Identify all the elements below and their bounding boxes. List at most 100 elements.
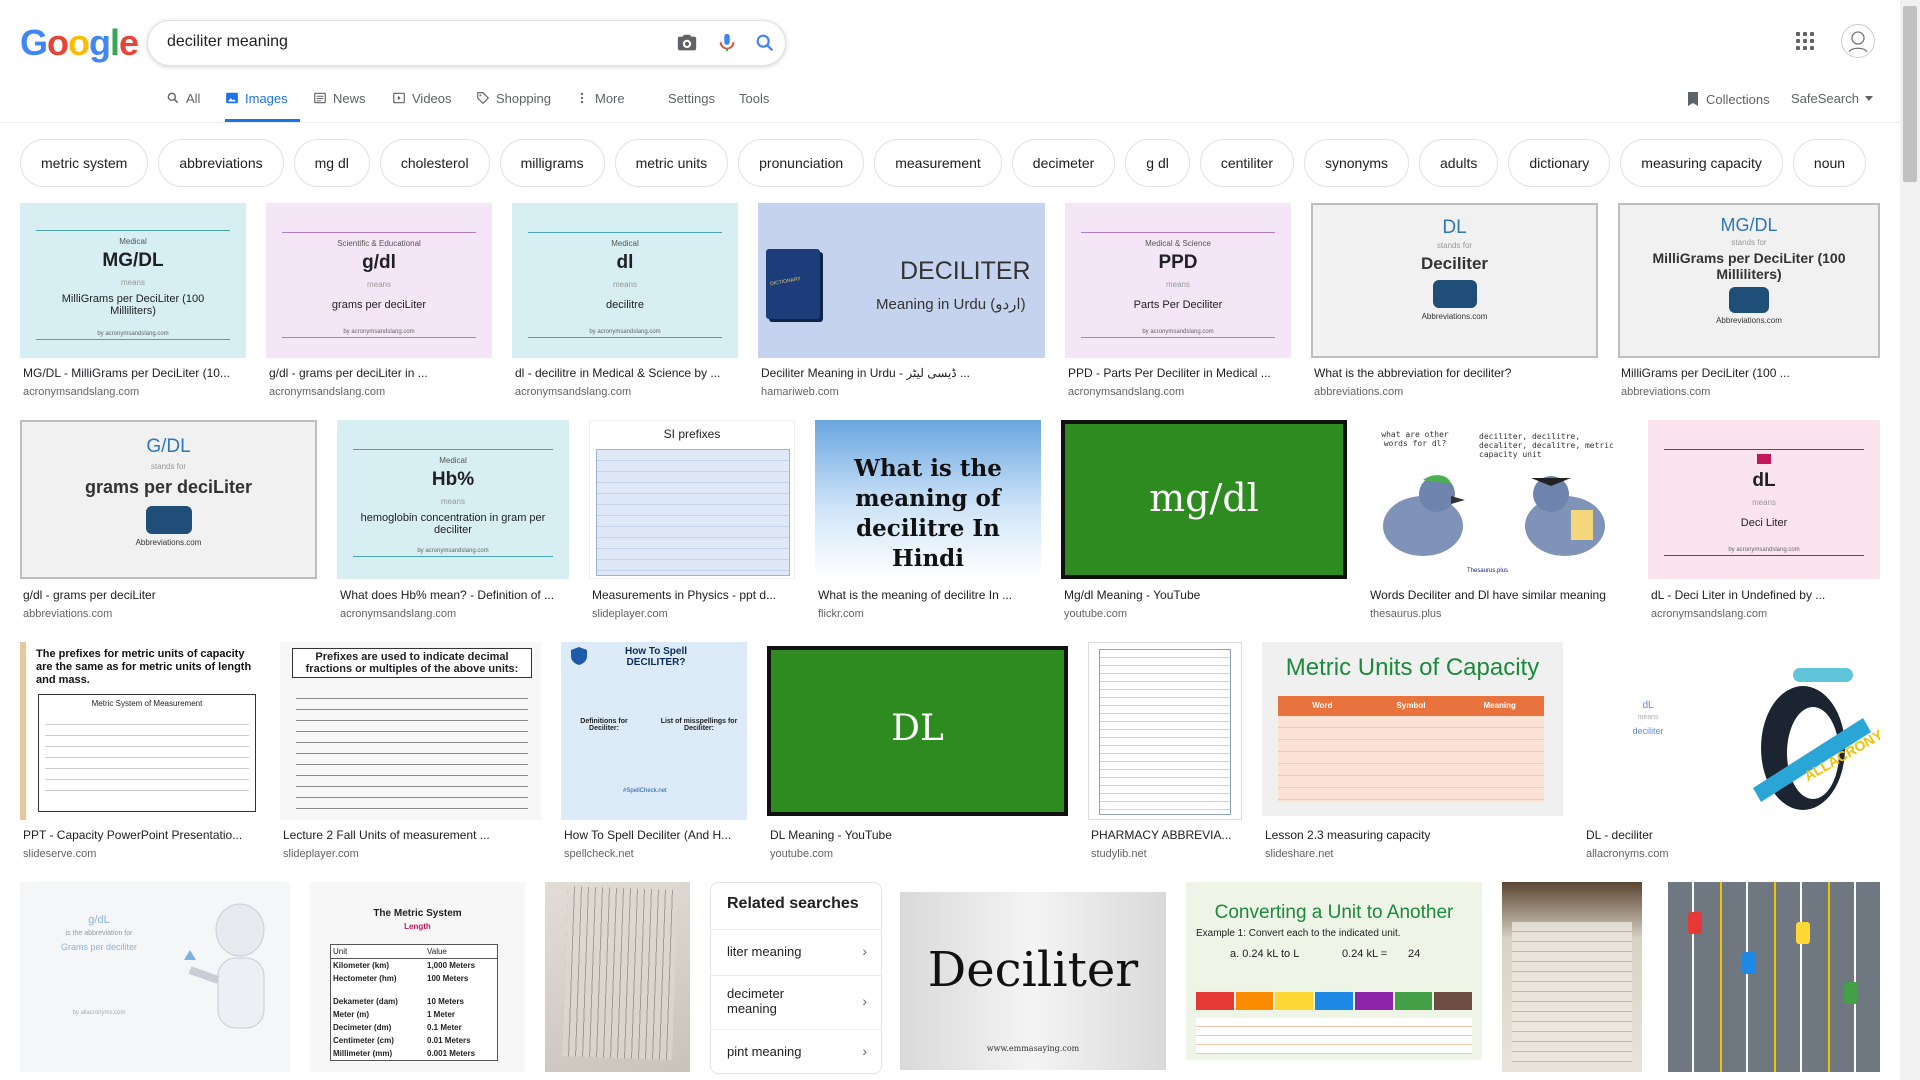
result-source[interactable]: hamariweb.com [761, 386, 839, 398]
chip[interactable]: mg dl [293, 139, 370, 187]
result-title[interactable]: MG/DL - MilliGrams per DeciLiter (10... [23, 366, 245, 380]
chip[interactable]: dictionary [1508, 139, 1611, 187]
result-thumbnail[interactable] [1502, 882, 1642, 1072]
result-source[interactable]: acronymsandslang.com [23, 386, 139, 398]
result-title[interactable]: MilliGrams per DeciLiter (100 ... [1621, 366, 1879, 380]
image-result[interactable]: G/DL stands for grams per deciLiter Abbr… [20, 420, 317, 620]
related-search-item[interactable]: decimeter meaning › [711, 975, 881, 1030]
result-thumbnail[interactable]: Medical Hb% means hemoglobin concentrati… [337, 420, 569, 579]
result-source[interactable]: abbreviations.com [1314, 386, 1403, 398]
result-title[interactable]: DL - deciliter [1586, 828, 1879, 842]
settings-link[interactable]: Settings [668, 91, 715, 106]
tab-more[interactable]: More [575, 86, 625, 122]
result-source[interactable]: studylib.net [1091, 848, 1147, 860]
result-source[interactable]: abbreviations.com [1621, 386, 1710, 398]
result-title[interactable]: g/dl - grams per deciLiter [23, 588, 316, 602]
result-source[interactable]: thesaurus.plus [1370, 608, 1442, 620]
result-title[interactable]: What is the meaning of decilitre In ... [818, 588, 1040, 602]
result-source[interactable]: acronymsandslang.com [340, 608, 456, 620]
related-search-item[interactable]: pint meaning › [711, 1029, 881, 1074]
result-thumbnail[interactable]: Medical dl means decilitre by acronymsan… [512, 203, 738, 358]
tab-shopping[interactable]: Shopping [476, 86, 551, 122]
result-source[interactable]: allacronyms.com [1586, 848, 1669, 860]
image-result[interactable]: DL stands for Deciliter Abbreviations.co… [1311, 203, 1598, 403]
page-scrollbar[interactable] [1900, 0, 1920, 1080]
tab-videos[interactable]: Videos [392, 86, 452, 122]
result-source[interactable]: slideserve.com [23, 848, 96, 860]
image-result[interactable]: Prefixes are used to indicate decimal fr… [280, 642, 541, 862]
search-input[interactable]: deciliter meaning [167, 33, 288, 51]
result-thumbnail[interactable]: MG/DL stands for MilliGrams per DeciLite… [1618, 203, 1880, 358]
result-thumbnail[interactable]: Metric Units of Capacity Word Symbol Mea… [1262, 642, 1563, 816]
image-result[interactable]: mg/dl Mg/dl Meaning - YouTube youtube.co… [1061, 420, 1347, 620]
tab-images[interactable]: Images [225, 86, 300, 122]
camera-icon[interactable] [676, 32, 698, 54]
result-source[interactable]: abbreviations.com [23, 608, 112, 620]
chip[interactable]: milligrams [499, 139, 605, 187]
image-result[interactable]: SI prefixes Measurements in Physics - pp… [589, 420, 795, 620]
chip[interactable]: decimeter [1011, 139, 1116, 187]
result-thumbnail[interactable]: Prefixes are used to indicate decimal fr… [280, 642, 541, 820]
result-thumbnail[interactable]: DICTIONARY DECILITER Meaning in Urdu (ار… [758, 203, 1045, 358]
image-result[interactable]: Converting a Unit to Another Example 1: … [1186, 882, 1482, 1072]
result-thumbnail[interactable]: dL means Deci Liter by acronymsandslang.… [1648, 420, 1880, 579]
tab-news[interactable]: News [313, 86, 366, 122]
result-thumbnail[interactable]: Deciliter www.emmasaying.com [900, 892, 1166, 1070]
chip[interactable]: metric units [614, 139, 729, 187]
chip[interactable]: abbreviations [158, 139, 284, 187]
result-title[interactable]: How To Spell Deciliter (And H... [564, 828, 746, 842]
microphone-icon[interactable] [716, 32, 738, 54]
search-box[interactable]: deciliter meaning [147, 20, 786, 66]
result-title[interactable]: What is the abbreviation for deciliter? [1314, 366, 1597, 380]
result-thumbnail[interactable]: mg/dl [1061, 420, 1347, 579]
result-title[interactable]: dl - decilitre in Medical & Science by .… [515, 366, 737, 380]
image-result[interactable]: Medical Hb% means hemoglobin concentrati… [337, 420, 569, 620]
result-title[interactable]: g/dl - grams per deciLiter in ... [269, 366, 491, 380]
result-source[interactable]: flickr.com [818, 608, 864, 620]
result-source[interactable]: youtube.com [770, 848, 833, 860]
result-thumbnail[interactable]: G/DL stands for grams per deciLiter Abbr… [20, 420, 317, 579]
image-result[interactable]: The Metric System Length Unit Value Kilom… [310, 882, 525, 1072]
image-result[interactable]: PHARMACY ABBREVIA... studylib.net [1088, 642, 1242, 862]
chip[interactable]: g dl [1125, 139, 1190, 187]
image-result[interactable]: Medical dl means decilitre by acronymsan… [512, 203, 738, 403]
apps-grid-icon[interactable] [1796, 32, 1814, 50]
result-title[interactable]: Words Deciliter and Dl have similar mean… [1370, 588, 1627, 602]
result-thumbnail[interactable]: dL means deciliter ALLACRONYMS [1583, 642, 1880, 820]
result-thumbnail[interactable]: Medical MG/DL means MilliGrams per DeciL… [20, 203, 246, 358]
result-title[interactable]: dL - Deci Liter in Undefined by ... [1651, 588, 1879, 602]
result-title[interactable]: PPD - Parts Per Deciliter in Medical ... [1068, 366, 1290, 380]
tab-all[interactable]: All [166, 86, 200, 122]
image-result[interactable]: what are other words for dl? deciliter, … [1367, 420, 1628, 620]
chip[interactable]: adults [1419, 139, 1499, 187]
image-result[interactable]: How To Spell DECILITER? Definitions for … [561, 642, 747, 862]
result-title[interactable]: Measurements in Physics - ppt d... [592, 588, 794, 602]
result-title[interactable]: PPT - Capacity PowerPoint Presentatio... [23, 828, 259, 842]
safesearch-menu[interactable]: SafeSearch [1791, 91, 1873, 106]
result-thumbnail[interactable]: How To Spell DECILITER? Definitions for … [561, 642, 747, 820]
result-thumbnail[interactable]: The Metric System Length Unit Value Kilom… [310, 882, 525, 1072]
result-title[interactable]: PHARMACY ABBREVIA... [1091, 828, 1241, 842]
image-result[interactable] [545, 882, 690, 1072]
result-thumbnail[interactable]: Medical & Science PPD means Parts Per De… [1065, 203, 1291, 358]
image-result[interactable]: g/dL is the abbreviation for Grams per d… [20, 882, 290, 1072]
chip[interactable]: cholesterol [379, 139, 490, 187]
image-result[interactable] [1668, 882, 1880, 1072]
result-title[interactable]: Lesson 2.3 measuring capacity [1265, 828, 1562, 842]
result-thumbnail[interactable] [1668, 882, 1880, 1072]
result-thumbnail[interactable]: Converting a Unit to Another Example 1: … [1186, 882, 1482, 1060]
chip[interactable]: pronunciation [738, 139, 865, 187]
image-result[interactable] [1502, 882, 1642, 1072]
search-icon[interactable] [754, 32, 776, 54]
result-thumbnail[interactable]: DL [767, 646, 1068, 816]
image-result[interactable]: The prefixes for metric units of capacit… [20, 642, 260, 862]
related-search-item[interactable]: liter meaning › [711, 929, 881, 976]
image-result[interactable]: DL DL Meaning - YouTube youtube.com [767, 642, 1068, 862]
image-result[interactable]: dL means deciliter ALLACRONYMS DL - deci… [1583, 642, 1880, 862]
result-thumbnail[interactable]: What is the meaning of decilitre In Hind… [815, 420, 1041, 579]
result-title[interactable]: What does Hb% mean? - Definition of ... [340, 588, 568, 602]
image-result[interactable]: Medical MG/DL means MilliGrams per DeciL… [20, 203, 246, 403]
image-result[interactable]: What is the meaning of decilitre In Hind… [815, 420, 1041, 620]
result-source[interactable]: spellcheck.net [564, 848, 634, 860]
result-source[interactable]: slideplayer.com [283, 848, 359, 860]
